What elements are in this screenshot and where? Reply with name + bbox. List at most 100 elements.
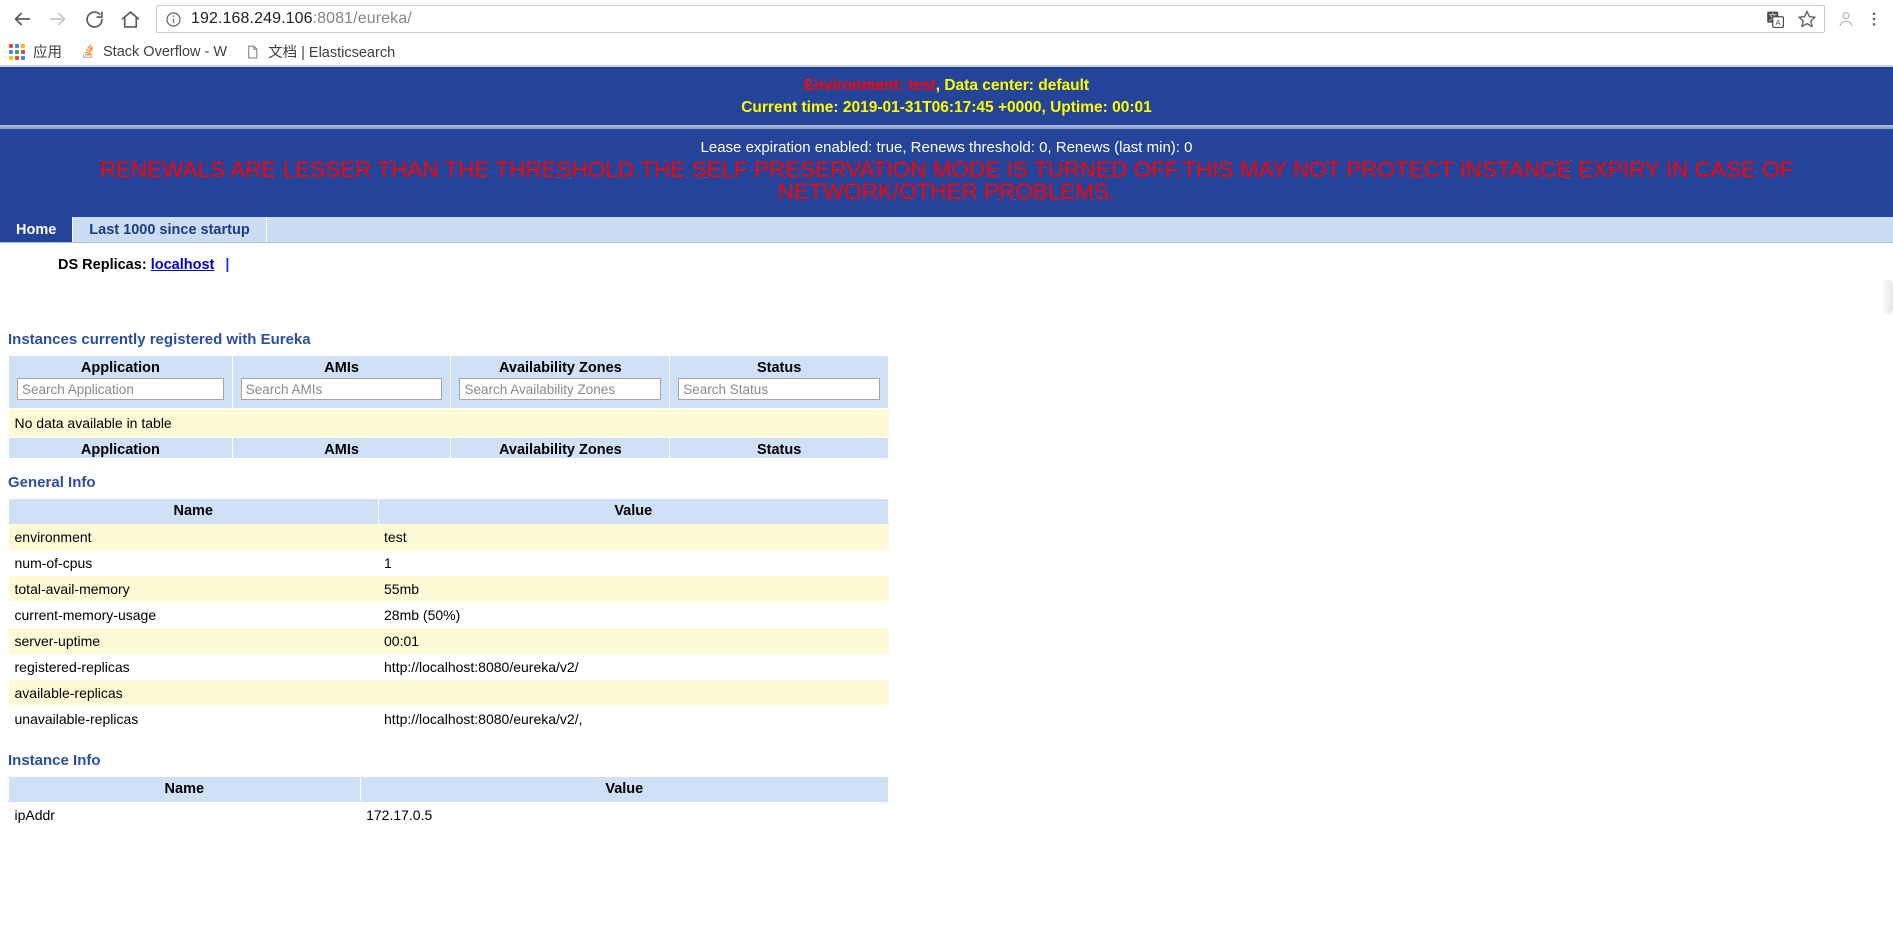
- tab-label: Last 1000 since startup: [89, 221, 250, 238]
- row-value: [378, 680, 889, 706]
- current-time-line: Current time: 2019-01-31T06:17:45 +0000,…: [741, 99, 1152, 116]
- environment-prefix: Environment:: [803, 77, 909, 94]
- col-header-availability-zones: Availability Zones: [450, 355, 671, 376]
- instances-table-foot: Application AMIs Availability Zones Stat…: [8, 437, 889, 458]
- bookmark-label: Stack Overflow - W: [103, 43, 228, 60]
- forward-button[interactable]: [40, 1, 76, 37]
- table-row: registered-replicas http://localhost:808…: [8, 654, 889, 680]
- table-row: unavailable-replicas http://localhost:80…: [8, 706, 889, 732]
- back-button[interactable]: [4, 1, 40, 37]
- browser-menu-button[interactable]: [1861, 4, 1887, 34]
- lease-info-line: Lease expiration enabled: true, Renews t…: [700, 139, 1193, 156]
- star-icon: [1798, 10, 1816, 28]
- row-name: server-uptime: [8, 628, 379, 654]
- reload-button[interactable]: [76, 1, 112, 37]
- stackoverflow-icon: [78, 43, 96, 61]
- svg-text:A: A: [1775, 18, 1780, 27]
- tab-home[interactable]: Home: [0, 217, 74, 242]
- instance-info-section-title: Instance Info: [8, 752, 101, 769]
- address-bar[interactable]: 192.168.249.106:8081/eureka/ 文 A: [156, 5, 1825, 33]
- row-name: registered-replicas: [8, 654, 379, 680]
- row-value: http://localhost:8080/eureka/v2/: [378, 654, 889, 680]
- search-input-status[interactable]: [678, 378, 880, 400]
- ds-replica-link-localhost[interactable]: localhost: [151, 257, 215, 273]
- general-info-table: Name Value environment test num-of-cpus …: [8, 498, 890, 732]
- row-name: num-of-cpus: [8, 550, 379, 576]
- translate-glyph-icon: 文 A: [1766, 11, 1784, 28]
- row-name: environment: [8, 523, 379, 550]
- bookmarks-bar: 应用 Stack Overflow - W 文档 | Elasticsearch: [0, 38, 1893, 66]
- stackoverflow-glyph-icon: [82, 44, 93, 58]
- row-name: total-avail-memory: [8, 576, 379, 602]
- bookmark-elasticsearch-doc[interactable]: 文档 | Elasticsearch: [241, 40, 403, 64]
- eureka-page: Environment: test, Data center: default …: [0, 67, 1893, 927]
- col-footer-availability-zones: Availability Zones: [450, 437, 671, 458]
- omnibox-actions: 文 A: [1764, 8, 1818, 30]
- general-info-header-row: Name Value: [8, 498, 890, 524]
- home-icon: [121, 10, 139, 28]
- status-banner: Environment: test, Data center: default …: [0, 67, 1893, 217]
- ds-replicas-row: DS Replicas: localhost |: [0, 243, 1893, 273]
- search-input-availability-zones[interactable]: [459, 378, 662, 400]
- tab-bar-filler: [267, 217, 1893, 242]
- arrow-left-icon: [14, 12, 31, 26]
- row-name: available-replicas: [8, 680, 379, 706]
- bookmark-stack-overflow[interactable]: Stack Overflow - W: [76, 40, 235, 64]
- arrow-right-icon: [49, 12, 66, 26]
- table-row: ipAddr 172.17.0.5: [8, 801, 889, 828]
- row-name: unavailable-replicas: [8, 706, 379, 732]
- table-row: environment test: [8, 523, 889, 550]
- table-row: num-of-cpus 1: [8, 550, 889, 576]
- general-info-head: Name Value: [8, 498, 890, 524]
- col-header-status: Status: [669, 355, 889, 376]
- translate-icon[interactable]: 文 A: [1764, 8, 1786, 30]
- tab-last-1000-since-startup[interactable]: Last 1000 since startup: [73, 217, 267, 242]
- instances-header-row: Application AMIs Availability Zones Stat…: [8, 355, 889, 376]
- profile-avatar-icon[interactable]: [1831, 4, 1861, 34]
- col-header-name: Name: [8, 498, 379, 524]
- instance-info-head: Name Value: [8, 776, 890, 802]
- col-header-value: Value: [359, 776, 890, 802]
- search-cell-application: [8, 376, 233, 409]
- home-button[interactable]: [112, 1, 148, 37]
- row-value: 28mb (50%): [378, 602, 889, 628]
- page-content: DS Replicas: localhost | Instances curre…: [0, 243, 1893, 828]
- bookmark-label: 应用: [33, 45, 62, 61]
- tab-bar: Home Last 1000 since startup: [0, 217, 1893, 243]
- bookmark-apps[interactable]: 应用: [6, 40, 70, 64]
- search-cell-availability-zones: [450, 376, 671, 409]
- page-scrollbar-thumb[interactable]: [1881, 279, 1893, 315]
- row-value: 55mb: [378, 576, 889, 602]
- table-row: current-memory-usage 28mb (50%): [8, 602, 889, 628]
- search-input-application[interactable]: [17, 378, 224, 400]
- ds-replicas-label: DS Replicas:: [58, 257, 147, 273]
- url-host: 192.168.249.106: [191, 11, 313, 27]
- environment-line: Environment: test, Data center: default: [0, 73, 1893, 97]
- instances-table-head: Application AMIs Availability Zones Stat…: [8, 355, 889, 409]
- row-name: current-memory-usage: [8, 602, 379, 628]
- col-header-amis: AMIs: [231, 355, 452, 376]
- instances-table: Application AMIs Availability Zones Stat…: [8, 355, 889, 458]
- bookmark-star-icon[interactable]: [1796, 8, 1818, 30]
- search-cell-amis: [231, 376, 452, 409]
- tab-label: Home: [16, 221, 57, 238]
- bookmark-label: 文档 | Elasticsearch: [268, 45, 396, 61]
- empty-state-row: No data available in table: [8, 408, 889, 438]
- table-row: server-uptime 00:01: [8, 628, 889, 654]
- empty-state-message: No data available in table: [8, 408, 889, 438]
- apps-grid-icon: [8, 43, 26, 61]
- table-row: total-avail-memory 55mb: [8, 576, 889, 602]
- browser-chrome: 192.168.249.106:8081/eureka/ 文 A: [0, 0, 1893, 67]
- environment-value: test: [908, 77, 936, 94]
- page-glyph-icon: [247, 45, 257, 58]
- row-value: 172.17.0.5: [360, 801, 889, 828]
- row-value: test: [378, 523, 889, 550]
- instances-table-body: No data available in table: [8, 408, 889, 438]
- document-icon: [243, 43, 261, 61]
- person-icon: [1839, 11, 1853, 27]
- instance-info-header-row: Name Value: [8, 776, 890, 802]
- search-input-amis[interactable]: [240, 378, 443, 400]
- site-info-icon[interactable]: [165, 11, 182, 28]
- general-info-section-title: General Info: [8, 474, 96, 491]
- row-value: http://localhost:8080/eureka/v2/,: [378, 706, 889, 732]
